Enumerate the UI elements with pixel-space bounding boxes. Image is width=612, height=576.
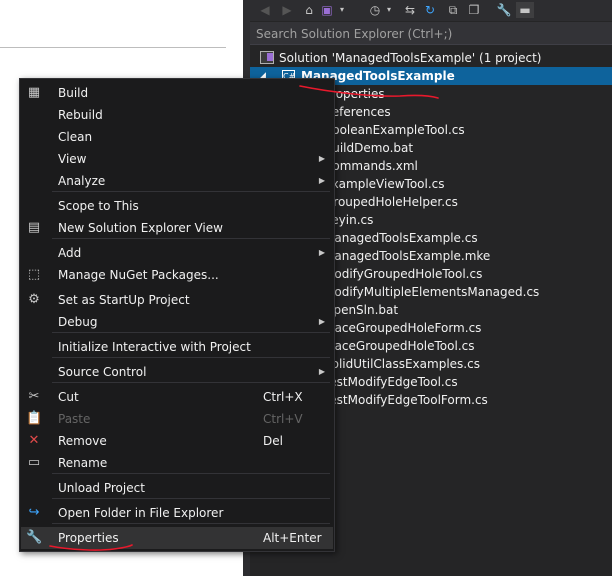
submenu-arrow-icon: ▶ [318, 176, 325, 185]
show-all-files-icon[interactable]: ❐ [466, 2, 482, 18]
menu-item-add[interactable]: Add ▶ [21, 242, 333, 264]
menu-item-paste[interactable]: 📋 Paste Ctrl+V [21, 408, 333, 430]
solution-node[interactable]: Solution 'ManagedToolsExample' (1 projec… [260, 49, 541, 67]
home-icon[interactable]: ⌂ [301, 2, 317, 18]
menu-item-manage-nuget-packages[interactable]: ⬚ Manage NuGet Packages... [21, 264, 333, 286]
menu-item-label: Analyze [58, 174, 106, 188]
menu-item-scope-to-this[interactable]: Scope to This [21, 195, 333, 217]
menu-item-label: Properties [58, 531, 119, 545]
solution-label: Solution 'ManagedToolsExample' (1 projec… [279, 51, 542, 65]
properties-wrench-icon[interactable]: 🔧 [496, 2, 512, 18]
menu-item-label: Initialize Interactive with Project [58, 340, 251, 354]
menu-item-label: Open Folder in File Explorer [58, 506, 224, 520]
menu-item-shortcut: Ctrl+X [263, 390, 303, 404]
wrench-icon: 🔧 [26, 530, 43, 545]
menu-item-source-control[interactable]: Source Control ▶ [21, 361, 333, 383]
menu-item-properties[interactable]: 🔧 Properties Alt+Enter [21, 527, 333, 549]
menu-item-build[interactable]: ▦ Build [21, 82, 333, 104]
menu-item-unload-project[interactable]: Unload Project [21, 477, 333, 499]
submenu-arrow-icon: ▶ [318, 154, 325, 163]
menu-item-label: Debug [58, 315, 98, 329]
file-item[interactable]: ModifyGroupedHoleTool.cs [324, 265, 482, 283]
collapse-all-icon[interactable]: ⧉ [445, 2, 461, 18]
dropdown-icon[interactable]: ▾ [337, 2, 347, 18]
submenu-arrow-icon: ▶ [318, 317, 325, 326]
new-view-icon: ▤ [27, 220, 41, 235]
menu-item-label: Build [58, 86, 89, 100]
menu-item-label: Source Control [58, 365, 147, 379]
menu-item-label: Add [58, 246, 82, 260]
file-item[interactable]: PlaceGroupedHoleForm.cs [324, 319, 481, 337]
menu-item-label: New Solution Explorer View [58, 221, 223, 235]
solution-explorer-toolbar: ◀ ▶ ⌂ ▣ ▾ ◷ ▾ ⇆ ↻ ⧉ ❐ 🔧 ▬ [250, 0, 612, 21]
gear-icon: ⚙ [28, 292, 40, 307]
search-box[interactable] [250, 22, 612, 45]
file-item[interactable]: ExampleViewTool.cs [324, 175, 445, 193]
menu-item-analyze[interactable]: Analyze ▶ [21, 170, 333, 192]
menu-item-label: Unload Project [58, 481, 145, 495]
vs-icon[interactable]: ▣ [320, 2, 334, 18]
menu-item-remove[interactable]: ✕ Remove Del [21, 430, 333, 452]
file-item[interactable]: BooleanExampleTool.cs [324, 121, 465, 139]
back-icon[interactable]: ◀ [258, 2, 272, 18]
menu-item-shortcut: Del [263, 434, 283, 448]
file-item[interactable]: BuildDemo.bat [324, 139, 413, 157]
nuget-icon: ⬚ [27, 267, 41, 282]
menu-item-label: Set as StartUp Project [58, 293, 190, 307]
menu-item-new-solution-explorer-view[interactable]: ▤ New Solution Explorer View [21, 217, 333, 239]
menu-item-label: Manage NuGet Packages... [58, 268, 219, 282]
build-icon: ▦ [27, 85, 41, 100]
menu-item-label: Rebuild [58, 108, 103, 122]
preview-icon[interactable]: ▬ [516, 2, 534, 18]
forward-icon[interactable]: ▶ [280, 2, 294, 18]
sync-icon[interactable]: ⇆ [402, 2, 418, 18]
dropdown-icon[interactable]: ▾ [384, 2, 394, 18]
menu-item-open-folder-in-file-explorer[interactable]: ↪ Open Folder in File Explorer [21, 502, 333, 524]
menu-item-label: View [58, 152, 87, 166]
file-item[interactable]: PlaceGroupedHoleTool.cs [324, 337, 475, 355]
refresh-icon[interactable]: ↻ [422, 2, 438, 18]
file-item[interactable]: GroupedHoleHelper.cs [324, 193, 458, 211]
menu-item-debug[interactable]: Debug ▶ [21, 311, 333, 333]
menu-item-label: Remove [58, 434, 107, 448]
search-input[interactable] [254, 24, 608, 44]
menu-item-view[interactable]: View ▶ [21, 148, 333, 170]
editor-divider [0, 47, 226, 48]
scissors-icon: ✂ [28, 389, 40, 404]
menu-item-set-as-startup-project[interactable]: ⚙ Set as StartUp Project [21, 289, 333, 311]
menu-item-label: Cut [58, 390, 79, 404]
menu-item-initialize-interactive-with-project[interactable]: Initialize Interactive with Project [21, 336, 333, 358]
menu-item-label: Rename [58, 456, 108, 470]
file-item[interactable]: Commands.xml [324, 157, 418, 175]
file-item[interactable]: SolidUtilClassExamples.cs [324, 355, 480, 373]
open-folder-icon: ↪ [28, 505, 40, 520]
solution-icon [260, 51, 274, 64]
file-item[interactable]: OpenSln.bat [324, 301, 398, 319]
menu-item-label: Clean [58, 130, 93, 144]
file-item[interactable]: ModifyMultipleElementsManaged.cs [324, 283, 539, 301]
file-item[interactable]: ManagedToolsExample.cs [324, 229, 478, 247]
file-item[interactable]: ManagedToolsExample.mke [324, 247, 490, 265]
remove-x-icon: ✕ [28, 433, 40, 448]
history-icon[interactable]: ◷ [368, 2, 382, 18]
paste-icon: 📋 [26, 411, 43, 426]
menu-item-rebuild[interactable]: Rebuild [21, 104, 333, 126]
submenu-arrow-icon: ▶ [318, 367, 325, 376]
file-item[interactable]: TestModifyEdgeToolForm.cs [324, 391, 488, 409]
context-menu: ▦ Build Rebuild Clean View ▶ Analyze ▶ Scope to … [19, 78, 335, 552]
menu-item-label: Scope to This [58, 199, 139, 213]
menu-item-cut[interactable]: ✂ Cut Ctrl+X [21, 386, 333, 408]
menu-item-shortcut: Ctrl+V [263, 412, 303, 426]
menu-item-rename[interactable]: ▭ Rename [21, 452, 333, 474]
menu-item-clean[interactable]: Clean [21, 126, 333, 148]
submenu-arrow-icon: ▶ [318, 248, 325, 257]
menu-item-label: Paste [58, 412, 91, 426]
rename-icon: ▭ [27, 455, 41, 470]
menu-item-shortcut: Alt+Enter [263, 531, 322, 545]
file-item[interactable]: TestModifyEdgeTool.cs [324, 373, 458, 391]
